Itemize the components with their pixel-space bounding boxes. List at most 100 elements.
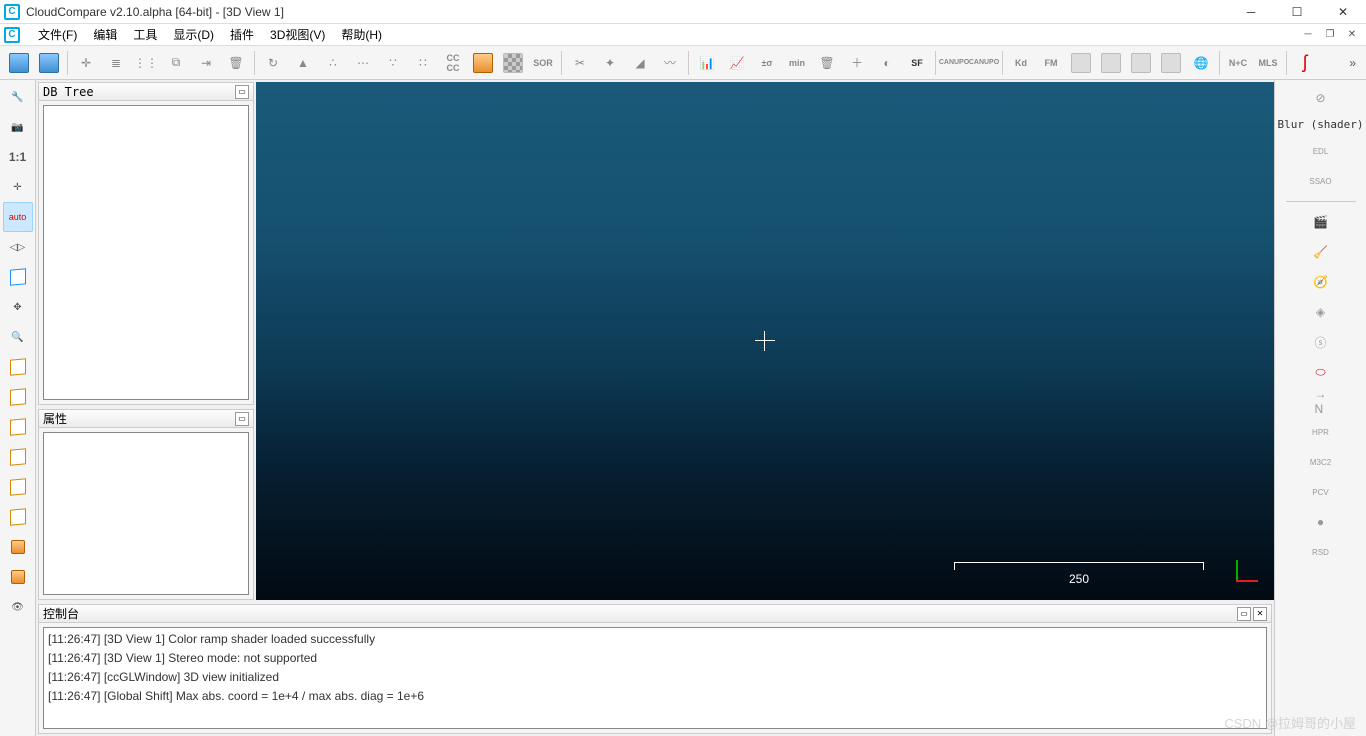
statistics-icon[interactable]: ∵	[379, 49, 407, 77]
sphere-icon[interactable]: ●	[1307, 508, 1335, 536]
normals-icon[interactable]: ↻	[259, 49, 287, 77]
sample-points-icon[interactable]: ∴	[319, 49, 347, 77]
properties-body[interactable]	[43, 432, 249, 595]
menu-file[interactable]: 文件(F)	[30, 24, 85, 45]
sf-arithmetic-icon[interactable]: ±σ	[753, 49, 781, 77]
sf-add-icon[interactable]: ＋	[843, 49, 871, 77]
window-minimize-button[interactable]: ─	[1228, 0, 1274, 24]
delete-icon[interactable]: 🗑	[222, 49, 250, 77]
menu-plugins[interactable]: 插件	[222, 24, 262, 45]
shield-icon[interactable]: ◈	[1307, 298, 1335, 326]
globe-icon[interactable]: 🌐	[1187, 49, 1215, 77]
plugin-btn-2[interactable]	[1097, 49, 1125, 77]
normals-compute-button[interactable]: N+C	[1224, 49, 1252, 77]
console-close-button[interactable]: ✕	[1253, 607, 1267, 621]
mdi-close-button[interactable]: ✕	[1342, 27, 1362, 43]
ssao-shader-button[interactable]: SSAO	[1307, 167, 1335, 195]
hpr-button[interactable]: HPR	[1307, 418, 1335, 446]
polyline-icon[interactable]: ʃ	[1291, 49, 1319, 77]
zoom-1to1-button[interactable]: 1:1	[3, 142, 33, 172]
view-front-icon[interactable]	[3, 382, 33, 412]
pcv-button[interactable]: PCV	[1307, 478, 1335, 506]
view-back-icon[interactable]	[3, 442, 33, 472]
view-iso1-icon[interactable]	[3, 532, 33, 562]
menu-display[interactable]: 显示(D)	[165, 24, 222, 45]
mls-button[interactable]: MLS	[1254, 49, 1282, 77]
cross-section-icon[interactable]: ✂	[566, 49, 594, 77]
scalar-field-button[interactable]: SF	[903, 49, 931, 77]
histogram-icon[interactable]: 📊	[693, 49, 721, 77]
octree-icon[interactable]: ▲	[289, 49, 317, 77]
rsd-button[interactable]: RSD	[1307, 538, 1335, 566]
m3c2-button[interactable]: M3C2	[1307, 448, 1335, 476]
sor-filter-button[interactable]: SOR	[529, 49, 557, 77]
kd-button[interactable]: Kd	[1007, 49, 1035, 77]
compass-icon[interactable]: 🧭	[1307, 268, 1335, 296]
window-close-button[interactable]: ✕	[1320, 0, 1366, 24]
db-tree-float-button[interactable]: ▭	[235, 85, 249, 99]
pick-rotation-center-icon[interactable]: ✛	[72, 49, 100, 77]
db-tree-body[interactable]	[43, 105, 249, 400]
pick-center-icon[interactable]: ✛	[3, 172, 33, 202]
point-pick-icon[interactable]: ⋮⋮	[132, 49, 160, 77]
sf-min-icon[interactable]: min	[783, 49, 811, 77]
disable-shader-icon[interactable]: ⊘	[1307, 84, 1335, 112]
animation-icon[interactable]: 🎬	[1307, 208, 1335, 236]
global-zoom-icon[interactable]	[3, 262, 33, 292]
rasterize-icon[interactable]	[499, 49, 527, 77]
menu-help[interactable]: 帮助(H)	[333, 24, 390, 45]
plugin-btn-1[interactable]	[1067, 49, 1095, 77]
fit-plane-icon[interactable]: 📈	[723, 49, 751, 77]
trace-polyline-icon[interactable]: 〰	[656, 49, 684, 77]
window-maximize-button[interactable]: ☐	[1274, 0, 1320, 24]
view-right-icon[interactable]	[3, 502, 33, 532]
plugin-btn-3[interactable]	[1127, 49, 1155, 77]
menu-tools[interactable]: 工具	[125, 24, 165, 45]
broom-icon[interactable]: 🧹	[1307, 238, 1335, 266]
open-file-button[interactable]	[5, 49, 33, 77]
noise-filter-icon[interactable]: ∷	[409, 49, 437, 77]
sf-circle-icon[interactable]: ⓢ	[1307, 328, 1335, 356]
subsample-icon[interactable]: ⋯	[349, 49, 377, 77]
auto-pick-center-button[interactable]: auto	[3, 202, 33, 232]
segment-icon[interactable]: ◢	[626, 49, 654, 77]
app-icon: C	[4, 4, 20, 20]
toolbar-overflow-button[interactable]: »	[1343, 56, 1362, 70]
ellipse-icon[interactable]: ⬭	[1307, 358, 1335, 386]
list-icon[interactable]: ≣	[102, 49, 130, 77]
console-output[interactable]: [11:26:47] [3D View 1] Color ramp shader…	[43, 627, 1267, 729]
clone-icon[interactable]: ⧉	[162, 49, 190, 77]
canupo-classify-icon[interactable]: CANUPO	[970, 49, 998, 77]
register-icon[interactable]: CCCC	[439, 49, 467, 77]
view-side-icon[interactable]	[3, 412, 33, 442]
console-line: [11:26:47] [Global Shift] Max abs. coord…	[48, 687, 1262, 706]
save-button[interactable]	[35, 49, 63, 77]
view-top-icon[interactable]	[3, 352, 33, 382]
menu-bar: C 文件(F) 编辑 工具 显示(D) 插件 3D视图(V) 帮助(H) ─ ❐…	[0, 24, 1366, 46]
mdi-restore-button[interactable]: ❐	[1320, 27, 1340, 43]
wrench-icon[interactable]: 🔧	[3, 82, 33, 112]
plugin-btn-4[interactable]	[1157, 49, 1185, 77]
level-icon[interactable]: ◁▷	[3, 232, 33, 262]
sf-delete-icon[interactable]: 🗑	[813, 49, 841, 77]
normal-vector-icon[interactable]: →N	[1307, 388, 1335, 416]
mdi-minimize-button[interactable]: ─	[1298, 27, 1318, 43]
menu-3dview[interactable]: 3D视图(V)	[262, 24, 333, 45]
translate-icon[interactable]: ✦	[596, 49, 624, 77]
view-left-icon[interactable]	[3, 472, 33, 502]
move-icon[interactable]: ✥	[3, 292, 33, 322]
canupo-train-icon[interactable]: CANUPO	[940, 49, 968, 77]
edl-shader-button[interactable]: EDL	[1307, 137, 1335, 165]
magnifier-icon[interactable]: 🔍	[3, 322, 33, 352]
properties-float-button[interactable]: ▭	[235, 412, 249, 426]
console-float-button[interactable]: ▭	[1237, 607, 1251, 621]
menu-edit[interactable]: 编辑	[85, 24, 125, 45]
view-iso2-icon[interactable]	[3, 562, 33, 592]
fm-button[interactable]: FM	[1037, 49, 1065, 77]
camera-icon[interactable]: 📷	[3, 112, 33, 142]
3d-viewport[interactable]: 250	[256, 82, 1274, 600]
toggle-stereo-icon[interactable]: 👁	[3, 592, 33, 622]
align-icon[interactable]	[469, 49, 497, 77]
sf-gradient-icon[interactable]: ◐	[873, 49, 901, 77]
merge-icon[interactable]: ⇥	[192, 49, 220, 77]
